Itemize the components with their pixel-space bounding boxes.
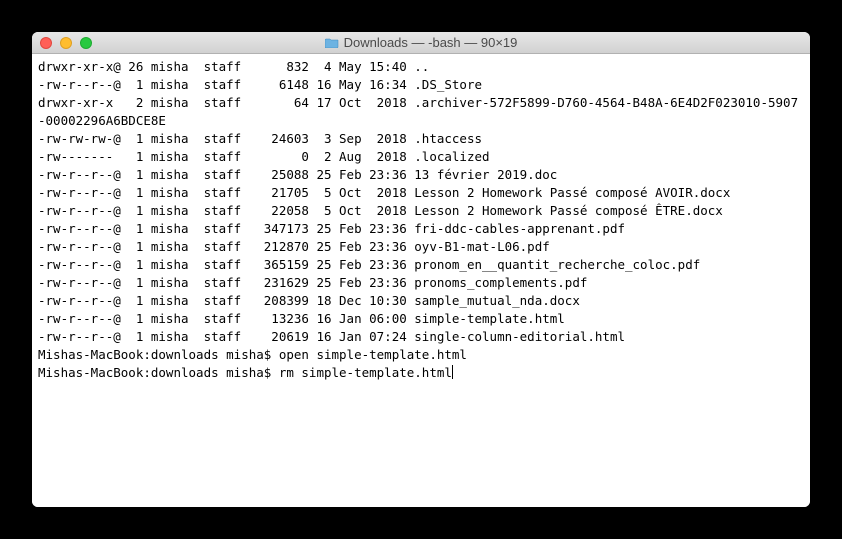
terminal-window: Downloads — -bash — 90×19 drwxr-xr-x@ 26… — [32, 32, 810, 507]
folder-icon — [325, 37, 339, 48]
listing-row: -rw-r--r--@ 1 misha staff 21705 5 Oct 20… — [38, 184, 804, 202]
listing-row: -rw-r--r--@ 1 misha staff 6148 16 May 16… — [38, 76, 804, 94]
terminal-output[interactable]: drwxr-xr-x@ 26 misha staff 832 4 May 15:… — [32, 54, 810, 507]
zoom-icon[interactable] — [80, 37, 92, 49]
listing-row: -rw-r--r--@ 1 misha staff 208399 18 Dec … — [38, 292, 804, 310]
listing-row: -rw-r--r--@ 1 misha staff 20619 16 Jan 0… — [38, 328, 804, 346]
cursor — [452, 365, 453, 379]
listing-row: -rw-r--r--@ 1 misha staff 231629 25 Feb … — [38, 274, 804, 292]
prompt-line: Mishas-MacBook:downloads misha$ open sim… — [38, 346, 804, 364]
listing-row: -rw------- 1 misha staff 0 2 Aug 2018 .l… — [38, 148, 804, 166]
traffic-lights — [40, 37, 92, 49]
window-title: Downloads — -bash — 90×19 — [344, 35, 518, 50]
listing-row: -rw-r--r--@ 1 misha staff 22058 5 Oct 20… — [38, 202, 804, 220]
listing-row: drwxr-xr-x 2 misha staff 64 17 Oct 2018 … — [38, 94, 804, 130]
listing-row: -rw-r--r--@ 1 misha staff 212870 25 Feb … — [38, 238, 804, 256]
title-area: Downloads — -bash — 90×19 — [32, 35, 810, 50]
close-icon[interactable] — [40, 37, 52, 49]
listing-row: -rw-rw-rw-@ 1 misha staff 24603 3 Sep 20… — [38, 130, 804, 148]
listing-row: -rw-r--r--@ 1 misha staff 25088 25 Feb 2… — [38, 166, 804, 184]
titlebar[interactable]: Downloads — -bash — 90×19 — [32, 32, 810, 54]
minimize-icon[interactable] — [60, 37, 72, 49]
listing-row: -rw-r--r--@ 1 misha staff 13236 16 Jan 0… — [38, 310, 804, 328]
listing-row: drwxr-xr-x@ 26 misha staff 832 4 May 15:… — [38, 58, 804, 76]
prompt-line: Mishas-MacBook:downloads misha$ rm simpl… — [38, 364, 804, 382]
listing-row: -rw-r--r--@ 1 misha staff 365159 25 Feb … — [38, 256, 804, 274]
listing-row: -rw-r--r--@ 1 misha staff 347173 25 Feb … — [38, 220, 804, 238]
